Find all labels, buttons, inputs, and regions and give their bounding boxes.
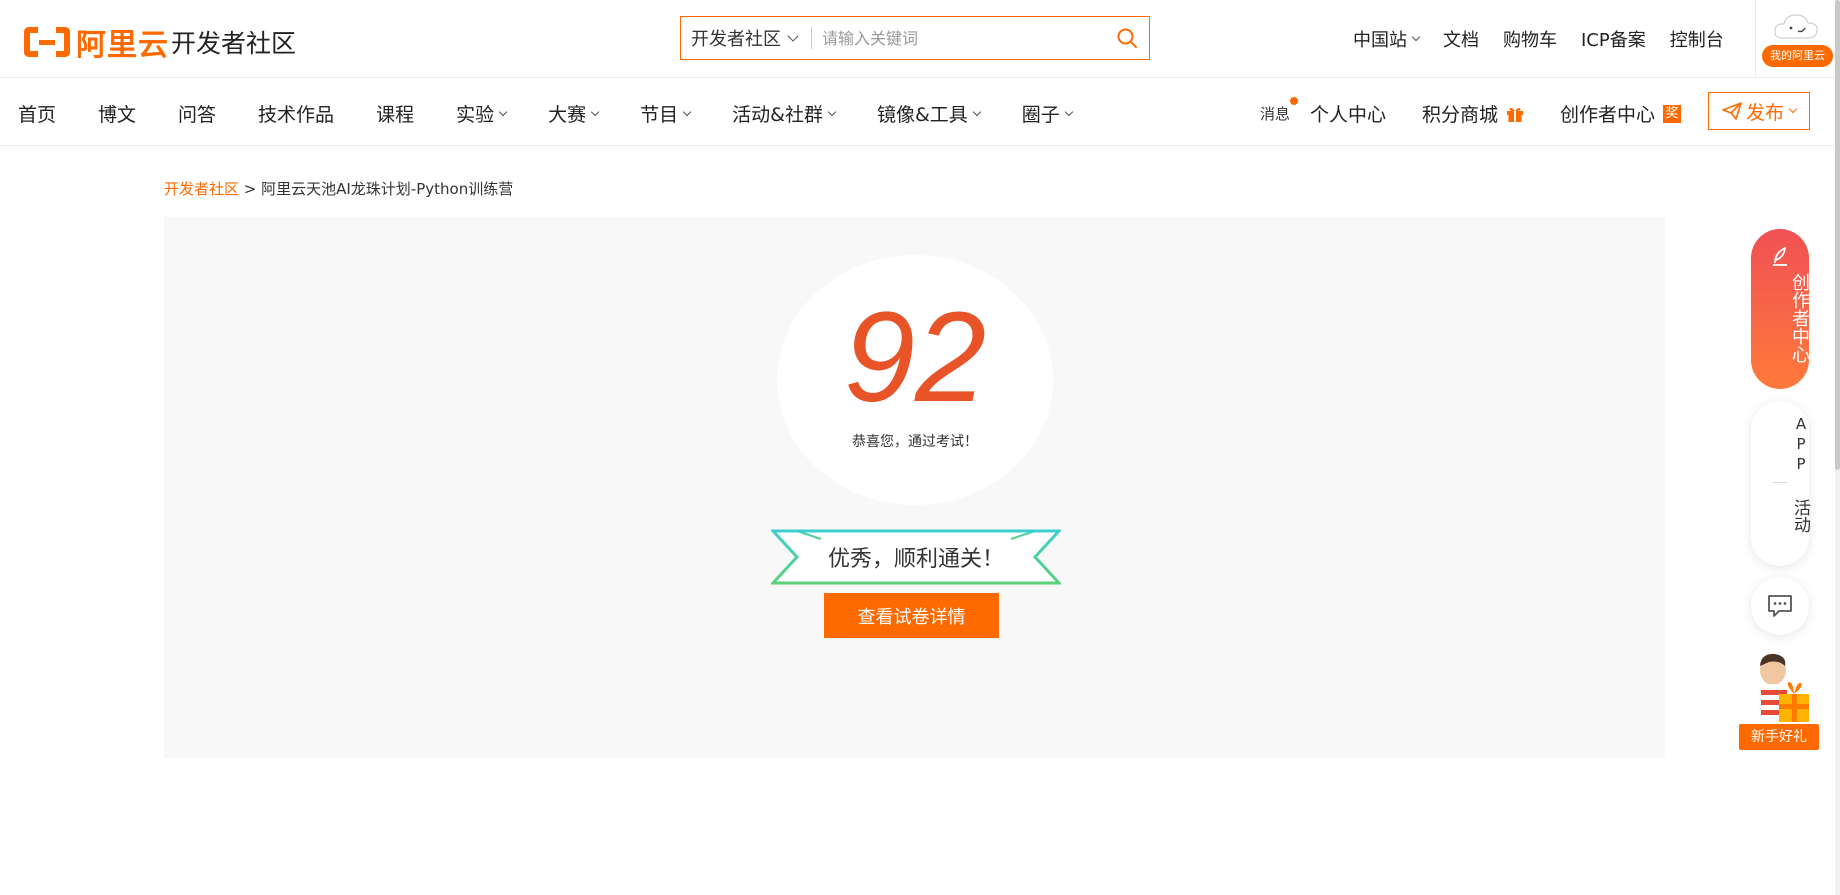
chevron-down-icon (1411, 32, 1421, 42)
site-title[interactable]: 开发者社区 (171, 24, 296, 60)
breadcrumb-separator: > (239, 180, 262, 198)
messages-link[interactable]: 消息 (1260, 97, 1299, 124)
nav-label: 大赛 (548, 104, 587, 126)
search-divider (811, 27, 812, 49)
chevron-down-icon (1788, 104, 1798, 114)
user-avatar[interactable]: 我的阿里云 (1755, 0, 1840, 78)
publish-button[interactable]: 发布 (1708, 92, 1810, 130)
creator-center-link[interactable]: 创作者中心 奖 (1560, 100, 1682, 127)
chat-bubble-icon (1768, 595, 1792, 617)
main-nav: 首页 博文 问答 技术作品 课程 实验 大赛 节目 活动&社群 镜像&工具 圈子… (0, 78, 1840, 146)
chevron-down-icon (682, 107, 692, 116)
messages-label: 消息 (1260, 105, 1291, 123)
nav-item-programs[interactable]: 节目 (640, 100, 692, 127)
chevron-down-icon (827, 107, 837, 116)
score-circle: 92 恭喜您，通过考试！ (777, 255, 1053, 505)
breadcrumb-root-link[interactable]: 开发者社区 (164, 180, 239, 198)
search-scope-label: 开发者社区 (691, 29, 781, 50)
nav-label: 圈子 (1021, 104, 1060, 126)
top-header: 阿里云 开发者社区 开发者社区 中国站 文档 购物车 ICP备案 控制台 (0, 0, 1840, 78)
exam-result-panel: 92 恭喜您，通过考试！ 优秀，顺利通关！ 查看试卷详情 (164, 217, 1665, 758)
region-label: 中国站 (1353, 30, 1407, 51)
creator-center-label: 创作者中心 (1560, 104, 1656, 126)
nav-item-courses[interactable]: 课程 (376, 100, 414, 127)
ribbon-text: 优秀，顺利通关！ (827, 547, 1004, 572)
nav-item-labs[interactable]: 实验 (456, 100, 508, 127)
logo-text: 阿里云 (76, 28, 169, 63)
nav-label: 问答 (178, 104, 217, 126)
breadcrumb-current: 阿里云天池AI龙珠计划-Python训练营 (261, 180, 514, 198)
top-link-docs[interactable]: 文档 (1443, 26, 1479, 52)
docs-label: 文档 (1443, 30, 1479, 51)
floating-activity-link[interactable]: 活动 (1751, 499, 1810, 533)
top-link-icp[interactable]: ICP备案 (1581, 26, 1646, 52)
top-link-cart[interactable]: 购物车 (1503, 26, 1557, 52)
nav-label: 活动&社群 (732, 104, 823, 126)
result-ribbon: 优秀，顺利通关！ (769, 527, 1063, 587)
personal-center-link[interactable]: 个人中心 (1310, 100, 1386, 127)
icp-label: ICP备案 (1581, 30, 1646, 51)
console-label: 控制台 (1669, 30, 1724, 51)
nav-item-circles[interactable]: 圈子 (1021, 100, 1074, 127)
publish-label: 发布 (1745, 101, 1784, 124)
chevron-down-icon (972, 107, 982, 116)
reward-badge: 奖 (1663, 104, 1682, 123)
search-icon (1117, 28, 1137, 48)
pass-message: 恭喜您，通过考试！ (852, 434, 978, 450)
my-aliyun-label: 我的阿里云 (1762, 45, 1833, 67)
top-links: 中国站 文档 购物车 ICP备案 控制台 (1353, 26, 1748, 52)
floating-newbie-gift[interactable]: 新手好礼 (1739, 650, 1821, 750)
breadcrumb: 开发者社区 > 阿里云天池AI龙珠计划-Python训练营 (164, 178, 513, 199)
mascot-with-gift-icon (1760, 653, 1809, 722)
chevron-down-icon (1064, 107, 1074, 116)
chevron-down-icon (498, 107, 508, 116)
aliyun-logo-icon (24, 25, 70, 59)
nav-item-qa[interactable]: 问答 (178, 100, 216, 127)
nav-label: 实验 (456, 104, 495, 126)
aliyun-logo[interactable]: 阿里云 (24, 20, 169, 64)
personal-center-label: 个人中心 (1310, 104, 1387, 126)
floating-divider (1772, 482, 1788, 483)
nav-label: 首页 (18, 104, 57, 126)
search-input[interactable] (822, 28, 1105, 48)
chevron-down-icon (787, 29, 799, 42)
points-mall-link[interactable]: 积分商城 (1422, 100, 1524, 127)
nav-label: 博文 (98, 104, 137, 126)
nav-item-blog[interactable]: 博文 (98, 100, 136, 127)
newbie-gift-label: 新手好礼 (1739, 724, 1819, 750)
search-button[interactable] (1105, 17, 1149, 59)
scrollbar-thumb[interactable] (1835, 0, 1840, 470)
cart-label: 购物车 (1503, 30, 1557, 51)
nav-label: 节目 (640, 104, 679, 126)
top-link-console[interactable]: 控制台 (1670, 26, 1724, 52)
nav-item-mirrors[interactable]: 镜像&工具 (876, 100, 982, 127)
view-exam-details-button[interactable]: 查看试卷详情 (824, 593, 999, 638)
nav-item-events[interactable]: 活动&社群 (732, 100, 837, 127)
points-mall-label: 积分商城 (1422, 104, 1499, 126)
gift-icon (1507, 107, 1524, 122)
floating-app-link[interactable]: APP (1751, 415, 1810, 475)
page-scrollbar[interactable] (1835, 0, 1840, 895)
nav-item-home[interactable]: 首页 (18, 100, 56, 127)
nav-label: 镜像&工具 (876, 104, 968, 126)
floating-creator-label: 创作者中心 (1789, 273, 1810, 363)
pen-icon (1773, 246, 1787, 266)
cloud-avatar-icon (1774, 14, 1818, 39)
search-bar: 开发者社区 (680, 16, 1150, 60)
nav-item-tech-works[interactable]: 技术作品 (258, 100, 334, 127)
nav-item-contests[interactable]: 大赛 (548, 100, 600, 127)
send-icon (1722, 102, 1742, 120)
nav-label: 技术作品 (258, 104, 335, 126)
floating-creator-center[interactable]: 创作者中心 (1751, 229, 1810, 389)
unread-dot (1290, 97, 1299, 105)
chevron-down-icon (590, 107, 600, 116)
nav-label: 课程 (376, 104, 415, 126)
floating-app-activity: APP 活动 (1751, 401, 1810, 566)
top-link-region[interactable]: 中国站 (1353, 26, 1421, 52)
exam-score: 92 (843, 286, 987, 429)
search-scope-select[interactable]: 开发者社区 (681, 17, 799, 59)
floating-feedback-button[interactable] (1751, 577, 1809, 635)
